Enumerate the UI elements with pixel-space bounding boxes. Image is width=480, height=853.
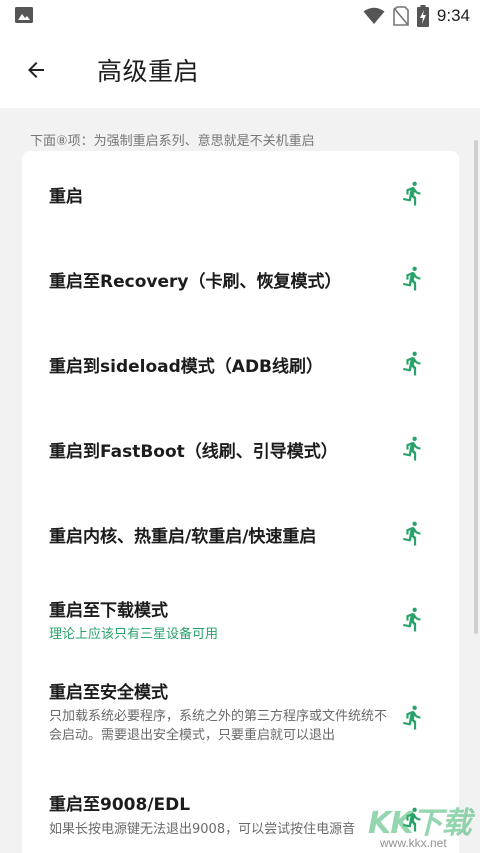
- item-title: 重启到sideload模式（ADB线刷）: [49, 357, 324, 377]
- item-title: 重启至9008/EDL: [49, 795, 191, 815]
- image-icon: [15, 7, 33, 23]
- item-title: 重启至Recovery（卡刷、恢复模式）: [49, 272, 342, 292]
- list-item-soft-reboot[interactable]: 重启内核、热重启/软重启/快速重启: [22, 491, 459, 576]
- run-icon: [403, 436, 421, 461]
- list-item-download-mode[interactable]: 重启至下载模式 理论上应该只有三星设备可用: [22, 576, 459, 666]
- run-icon: [403, 705, 421, 730]
- battery-charging-icon: [416, 5, 429, 27]
- app-bar: 高级重启: [0, 32, 480, 108]
- item-title: 重启: [49, 187, 83, 207]
- list-item-fastboot[interactable]: 重启到FastBoot（线刷、引导模式）: [22, 406, 459, 491]
- run-icon: [403, 607, 421, 632]
- item-subtitle: 理论上应该只有三星设备可用: [49, 627, 219, 642]
- run-icon: [403, 266, 421, 291]
- back-button[interactable]: [14, 48, 58, 92]
- list-item-safe-mode[interactable]: 重启至安全模式 只加载系统必要程序，系统之外的第三方程序或文件统统不会启动。需要…: [22, 666, 459, 786]
- run-icon: [403, 521, 421, 546]
- item-subtitle: 只加载系统必要程序，系统之外的第三方程序或文件统统不会启动。需要退出安全模式，只…: [49, 709, 388, 743]
- reboot-options-card: 重启 重启至Recovery（卡刷、恢复模式） 重启到sideload模式（AD…: [22, 151, 459, 853]
- item-title: 重启到FastBoot（线刷、引导模式）: [49, 442, 338, 462]
- item-title: 重启至安全模式: [49, 683, 168, 703]
- no-sim-icon: [393, 6, 409, 26]
- list-item-sideload[interactable]: 重启到sideload模式（ADB线刷）: [22, 321, 459, 406]
- item-subtitle: 如果长按电源键无法退出9008，可以尝试按住电源音: [49, 822, 356, 837]
- item-title: 重启内核、热重启/软重启/快速重启: [49, 527, 317, 547]
- scrollbar[interactable]: [474, 140, 478, 634]
- clock: 9:34: [436, 6, 470, 25]
- run-icon: [403, 181, 421, 206]
- wifi-icon: [363, 7, 385, 24]
- arrow-back-icon: [28, 62, 44, 78]
- status-bar: 9:34: [0, 0, 480, 32]
- page-title: 高级重启: [97, 57, 200, 86]
- run-icon: [403, 351, 421, 376]
- list-item-recovery[interactable]: 重启至Recovery（卡刷、恢复模式）: [22, 236, 459, 321]
- watermark-url: www.kkx.net: [380, 836, 447, 850]
- item-title: 重启至下载模式: [49, 601, 168, 621]
- list-item-reboot[interactable]: 重启: [22, 151, 459, 235]
- section-note: 下面⑧项：为强制重启系列、意思就是不关机重启: [30, 134, 315, 149]
